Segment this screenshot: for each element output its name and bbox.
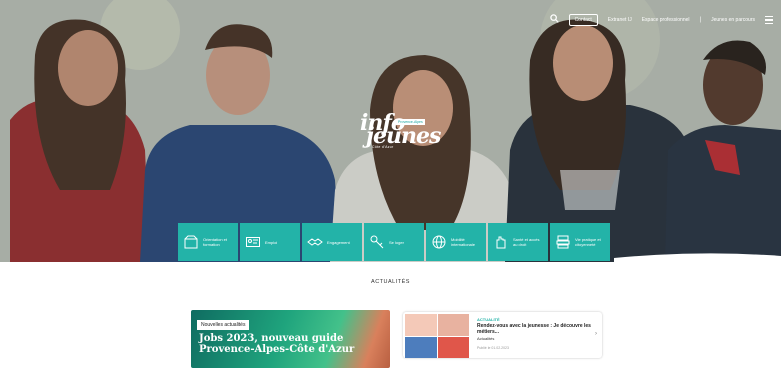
news-tag: Actualités [477, 336, 495, 341]
news-date: Publié le 01.02.2023 [477, 346, 509, 350]
tile-label: Se loger [389, 239, 404, 245]
tile-label: Santé et accès au droit [513, 237, 540, 247]
featured-headline: Jobs 2023, nouveau guide Provence-Alpes-… [199, 333, 355, 355]
chevron-right-icon[interactable]: › [595, 331, 597, 337]
tile-label: Mobilité internationale [451, 237, 476, 247]
hero-banner: Contact Extranet IJ Espace professionnel… [0, 0, 781, 262]
hero-wave-divider [0, 253, 781, 268]
tile-label: Engagement [327, 239, 350, 245]
featured-badge: Nouvelles actualités [197, 320, 250, 330]
news-section-title: ACTUALITÉS [371, 279, 410, 285]
pro-space-link[interactable]: Espace professionnel [642, 17, 690, 23]
contact-button[interactable]: Contact [568, 14, 598, 26]
menu-icon[interactable] [765, 15, 773, 25]
news-thumbnail [405, 314, 469, 358]
site-logo[interactable]: info Provence-Alpes jeunes Côte d'Azur [356, 110, 446, 150]
search-icon[interactable] [549, 14, 559, 26]
extranet-link[interactable]: Extranet IJ [608, 17, 632, 23]
news-title: Rendez-vous avec la jeunesse : Je découv… [477, 323, 591, 335]
news-card[interactable]: ACTUALITÉ Rendez-vous avec la jeunesse :… [403, 312, 602, 358]
separator: | [699, 17, 702, 23]
top-navigation: Contact Extranet IJ Espace professionnel… [549, 13, 773, 27]
youth-link[interactable]: Jeunes en parcours [711, 17, 755, 23]
logo-subtitle: Côte d'Azur [372, 145, 394, 149]
tile-label: Orientation et formation [203, 237, 228, 247]
news-category: ACTUALITÉ [477, 317, 500, 322]
tile-label: Vie pratique et citoyenneté [575, 237, 601, 247]
tile-label: Emploi [265, 239, 278, 245]
featured-article-card[interactable]: Nouvelles actualités Jobs 2023, nouveau … [191, 310, 390, 368]
